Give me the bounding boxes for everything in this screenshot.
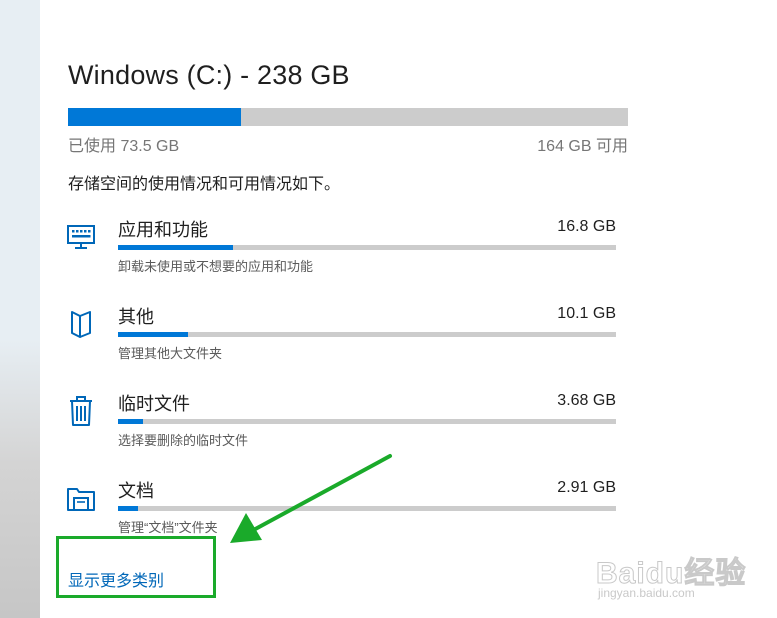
annotation-arrow-icon [230,454,392,543]
watermark-url: jingyan.baidu.com [598,586,695,600]
watermark: Baidu经验 jingyan.baidu.com [595,548,746,604]
storage-settings-panel: Windows (C:) - 238 GB 已使用 73.5 GB 164 GB… [0,0,777,618]
